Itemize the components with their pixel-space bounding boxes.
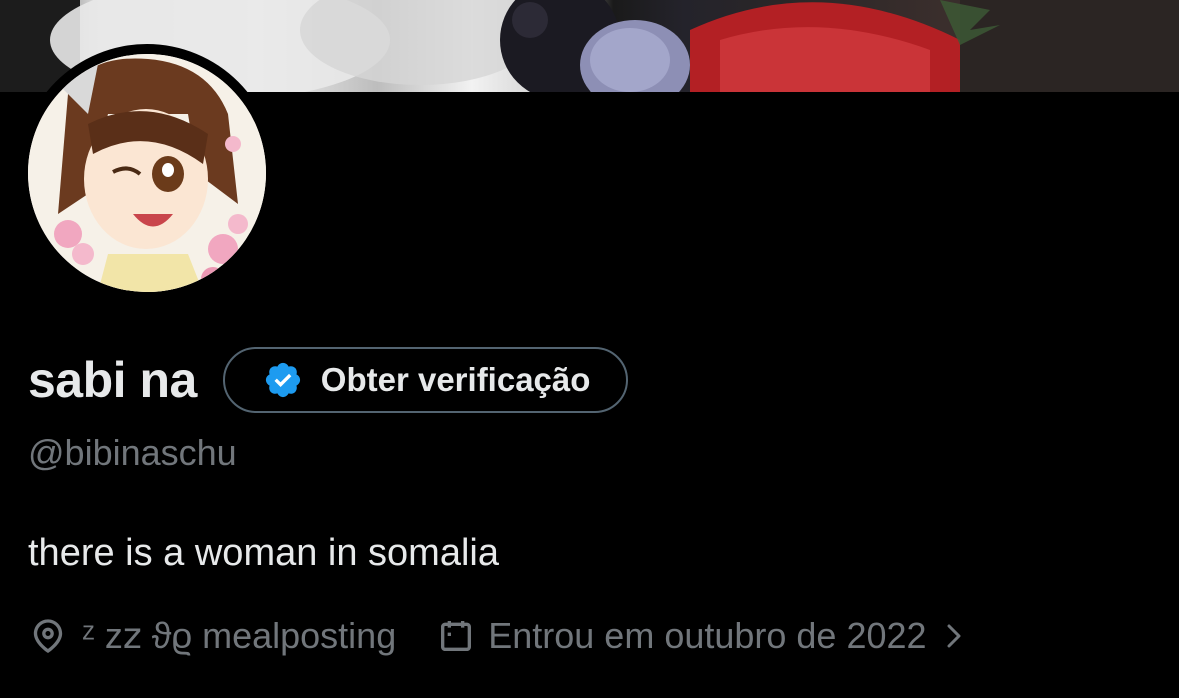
verified-badge-icon bbox=[265, 362, 300, 398]
avatar-image bbox=[28, 54, 266, 292]
display-name: sabi na bbox=[28, 352, 197, 408]
get-verified-label: Obter verificação bbox=[320, 361, 591, 398]
name-row: sabi na Obter verificação bbox=[28, 344, 629, 416]
location-pin-icon bbox=[33, 619, 63, 654]
username-handle: @bibinaschu bbox=[28, 432, 237, 473]
joined-date-text: Entrou em outubro de 2022 bbox=[488, 615, 927, 656]
calendar-icon bbox=[441, 621, 472, 651]
profile-meta: ᶻ z𝗓 ϑϱ mealposting Entrou em outubro de… bbox=[28, 610, 967, 662]
location-item: ᶻ z𝗓 ϑϱ mealposting bbox=[28, 615, 396, 657]
get-verified-button[interactable]: Obter verificação bbox=[222, 347, 629, 413]
location-text: ᶻ z𝗓 ϑϱ mealposting bbox=[82, 615, 397, 656]
profile-avatar[interactable] bbox=[18, 44, 276, 302]
profile-bio: there is a woman in somalia bbox=[28, 532, 499, 574]
joined-date-item[interactable]: Entrou em outubro de 2022 bbox=[436, 615, 966, 657]
chevron-right-icon bbox=[947, 624, 961, 648]
